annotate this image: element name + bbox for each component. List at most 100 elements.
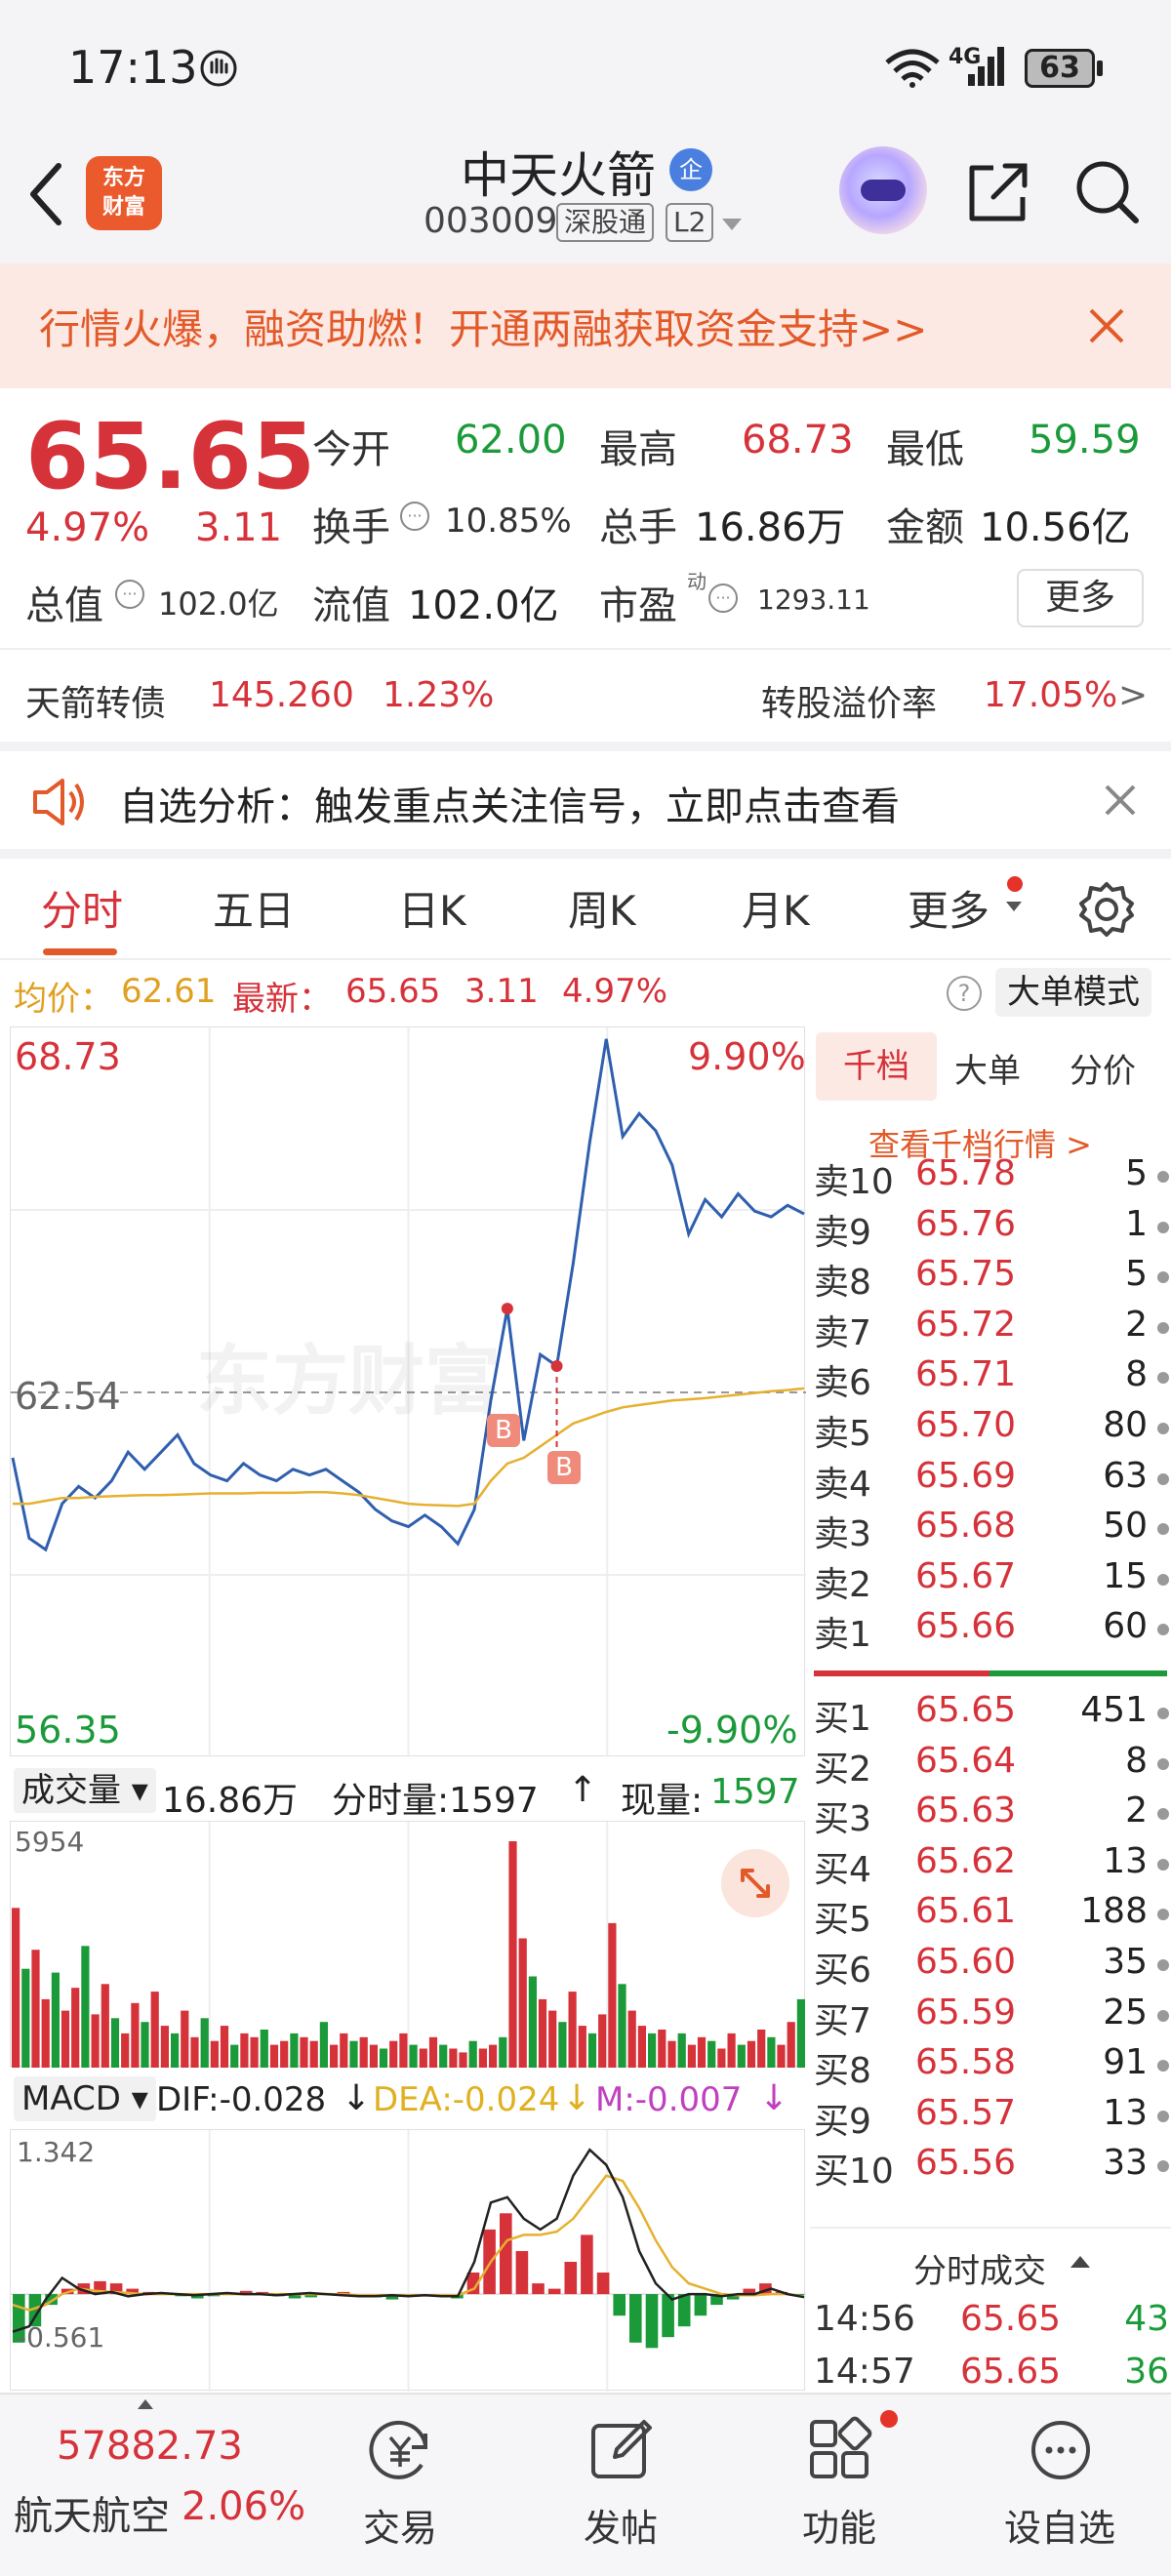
gear-icon[interactable] — [1077, 880, 1136, 939]
close-icon[interactable] — [1087, 306, 1126, 345]
chart-prev-close: 62.54 — [15, 1375, 121, 1418]
nav-post[interactable]: 发帖 — [543, 2410, 699, 2566]
tab-price-distribution[interactable]: 分价 — [1070, 1044, 1136, 1092]
bid-row[interactable]: 买2 65.64 8 — [814, 1741, 1169, 1791]
bond-name[interactable]: 天箭转债 — [25, 675, 166, 726]
ask-row[interactable]: 卖7 65.72 2 — [814, 1305, 1169, 1355]
analysis-alert[interactable]: 自选分析：触发重点关注信号，立即点击查看 — [0, 751, 1171, 849]
macd-chart[interactable]: 1.342 -0.561 — [10, 2129, 806, 2392]
back-arrow-icon[interactable] — [23, 160, 66, 228]
bid-price: 65.57 — [915, 2092, 1017, 2133]
macd-selector[interactable]: MACD ▾ — [14, 2076, 156, 2121]
info-icon[interactable]: ··· — [400, 502, 429, 531]
tab-weekly-k[interactable]: 周K — [568, 878, 636, 938]
share-icon[interactable] — [964, 158, 1032, 226]
expand-icon[interactable] — [721, 1849, 789, 1917]
ask-row[interactable]: 卖1 65.66 60 — [814, 1606, 1169, 1657]
volume-bar — [41, 1998, 50, 2068]
macd-top: 1.342 — [17, 2136, 96, 2168]
tab-intraday[interactable]: 分时 — [41, 878, 123, 938]
bid-label: 买1 — [814, 1699, 871, 1739]
volume-selector[interactable]: 成交量 ▾ — [14, 1768, 156, 1813]
volume-chart-svg — [12, 1822, 805, 2068]
ask-volume: 60 — [1103, 1606, 1148, 1647]
buy-marker[interactable]: B — [547, 1451, 581, 1484]
big-order-mode-button[interactable]: 大单模式 — [995, 968, 1151, 1017]
open-label: 今开 — [312, 427, 390, 472]
ticks-header[interactable]: 分时成交 — [810, 2227, 1171, 2299]
now-volume-value: 1597 — [710, 1772, 800, 1812]
assistant-avatar[interactable] — [839, 146, 927, 234]
amount-label: 金额 — [886, 505, 964, 550]
ask-row[interactable]: 卖3 65.68 50 — [814, 1506, 1169, 1556]
volume-chart[interactable]: 5954 — [10, 1821, 805, 2068]
ask-label: 卖6 — [814, 1363, 871, 1404]
bid-row[interactable]: 买3 65.63 2 — [814, 1791, 1169, 1841]
nav-add-watchlist[interactable]: 设自选 — [982, 2410, 1138, 2566]
caret-up-icon[interactable] — [137, 2398, 154, 2410]
ask-row[interactable]: 卖5 65.70 80 — [814, 1405, 1169, 1456]
divider — [0, 849, 1171, 859]
caret-down-icon[interactable] — [1005, 900, 1023, 913]
help-icon[interactable]: ? — [947, 976, 982, 1011]
ask-dot — [1157, 1423, 1169, 1434]
tab-5day[interactable]: 五日 — [213, 878, 295, 938]
stock-name[interactable]: 中天火箭 — [461, 137, 656, 207]
promo-banner[interactable]: 行情火爆，融资助燃！开通两融获取资金支持>> — [0, 263, 1171, 388]
stock-code[interactable]: 003009 — [424, 201, 557, 241]
bid-row[interactable]: 买1 65.65 451 — [814, 1690, 1169, 1741]
bond-change: 1.23% — [383, 675, 495, 715]
index-name[interactable]: 航天航空 — [14, 2484, 170, 2541]
volume-bar — [121, 2033, 130, 2068]
bid-volume: 25 — [1103, 1992, 1148, 2033]
volume-bar — [399, 2033, 408, 2068]
promo-text[interactable]: 行情火爆，融资助燃！开通两融获取资金支持>> — [39, 297, 927, 356]
convertible-bond-row[interactable]: 天箭转债 145.260 1.23% 转股溢价率 17.05% > — [0, 648, 1171, 742]
ticks-title[interactable]: 分时成交 — [913, 2244, 1046, 2292]
caret-up-icon[interactable] — [1070, 2254, 1091, 2270]
app-logo[interactable]: 东方 财富 — [86, 156, 162, 230]
volume-bar — [518, 1938, 527, 2068]
alert-text[interactable]: 自选分析：触发重点关注信号，立即点击查看 — [119, 775, 900, 831]
macd-label: MACD — [21, 2079, 121, 2118]
index-value[interactable]: 57882.73 — [57, 2424, 243, 2469]
tab-daily-k[interactable]: 日K — [398, 878, 466, 938]
bid-row[interactable]: 买6 65.60 35 — [814, 1942, 1169, 1992]
tab-more[interactable]: 更多 — [908, 878, 989, 938]
tab-monthly-k[interactable]: 月K — [742, 878, 810, 938]
buy-marker[interactable]: B — [487, 1414, 520, 1447]
bid-row[interactable]: 买4 65.62 13 — [814, 1841, 1169, 1892]
nav-trade[interactable]: 交易 — [322, 2410, 478, 2566]
bond-arrow[interactable]: > — [1118, 675, 1148, 715]
bid-row[interactable]: 买8 65.58 91 — [814, 2042, 1169, 2093]
ask-row[interactable]: 卖4 65.69 63 — [814, 1456, 1169, 1507]
tab-big-orders[interactable]: 大单 — [954, 1044, 1021, 1092]
pe-label: 市盈 — [599, 584, 677, 628]
info-icon[interactable]: ··· — [115, 580, 144, 609]
macd-bar — [532, 2283, 545, 2295]
bid-row[interactable]: 买10 65.56 33 — [814, 2143, 1169, 2194]
bid-dot — [1157, 1909, 1169, 1921]
ask-row[interactable]: 卖6 65.71 8 — [814, 1354, 1169, 1405]
nav-functions[interactable]: 功能 — [761, 2410, 917, 2566]
intraday-chart[interactable]: 68.73 9.90% 62.54 56.35 -9.90% 东方财富 B B — [10, 1026, 806, 1757]
ask-row[interactable]: 卖2 65.67 15 — [814, 1556, 1169, 1607]
info-icon[interactable]: ··· — [708, 584, 738, 613]
volume-bar — [548, 2010, 557, 2068]
ask-row[interactable]: 卖8 65.75 5 — [814, 1254, 1169, 1305]
bid-row[interactable]: 买9 65.57 13 — [814, 2093, 1169, 2144]
chevron-down-icon[interactable] — [720, 215, 744, 234]
close-icon[interactable] — [1103, 783, 1138, 818]
more-button[interactable]: 更多 — [1017, 569, 1144, 627]
bid-row[interactable]: 买5 65.61 188 — [814, 1891, 1169, 1942]
search-icon[interactable] — [1073, 158, 1142, 226]
bid-price: 65.63 — [915, 1791, 1017, 1831]
bid-row[interactable]: 买7 65.59 25 — [814, 1992, 1169, 2043]
bid-label: 买3 — [814, 1799, 871, 1840]
avg-label: 均价： — [14, 980, 113, 1019]
ask-row[interactable]: 卖9 65.76 1 — [814, 1204, 1169, 1255]
tab-thousand-depth[interactable]: 千档 — [816, 1032, 937, 1101]
ask-label: 卖8 — [814, 1263, 871, 1304]
chart-bottom-price: 56.35 — [15, 1709, 121, 1751]
ask-row[interactable]: 卖10 65.78 5 — [814, 1153, 1169, 1204]
